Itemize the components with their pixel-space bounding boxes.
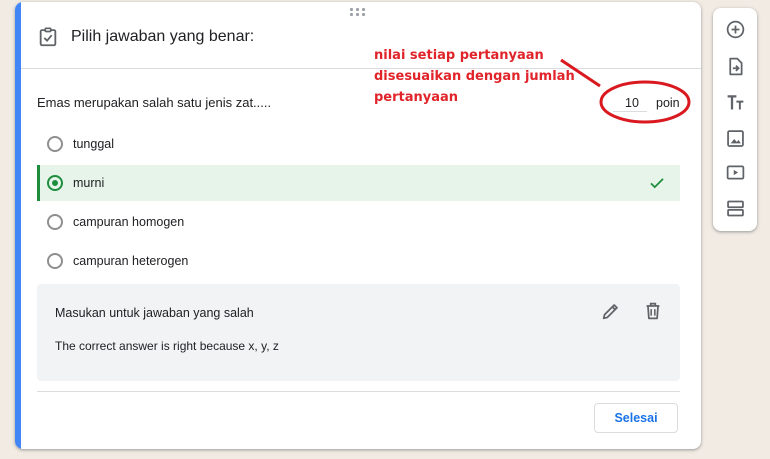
points-input[interactable]: 10	[613, 96, 647, 112]
add-question-icon[interactable]	[723, 17, 747, 41]
add-video-icon[interactable]	[723, 160, 747, 184]
option-label: campuran homogen	[73, 215, 185, 229]
assignment-check-icon	[37, 26, 59, 48]
import-questions-icon[interactable]	[723, 54, 747, 78]
radio-button[interactable]	[47, 253, 63, 269]
edit-pencil-icon[interactable]	[600, 300, 622, 322]
correct-check-icon	[648, 174, 666, 197]
add-title-icon[interactable]	[723, 90, 747, 114]
footer-divider	[37, 391, 680, 392]
radio-button[interactable]	[47, 214, 63, 230]
delete-trash-icon[interactable]	[642, 300, 664, 322]
option-tunggal[interactable]: tunggal	[37, 126, 680, 162]
annotation-line: disesuaikan dengan jumlah	[374, 69, 575, 84]
active-accent-bar	[15, 2, 21, 449]
option-label: murni	[73, 176, 105, 190]
feedback-text: The correct answer is right because x, y…	[55, 339, 279, 353]
answer-feedback-box: Masukan untuk jawaban yang salah The cor…	[37, 284, 680, 381]
drag-handle[interactable]	[350, 8, 366, 18]
option-campuran-homogen[interactable]: campuran homogen	[37, 204, 680, 240]
option-murni[interactable]: murni	[37, 165, 680, 201]
answer-key-title: Pilih jawaban yang benar:	[71, 28, 255, 45]
option-label: campuran heterogen	[73, 254, 189, 268]
radio-button[interactable]	[47, 136, 63, 152]
add-section-icon[interactable]	[723, 196, 747, 220]
add-image-icon[interactable]	[723, 126, 747, 150]
radio-button-selected[interactable]	[47, 175, 63, 191]
annotation-line: pertanyaan	[374, 90, 459, 105]
question-text: Emas merupakan salah satu jenis zat.....	[37, 95, 272, 110]
points-field: 10 poin	[613, 96, 693, 113]
points-unit-label: poin	[656, 96, 680, 110]
side-toolbar	[713, 8, 757, 231]
option-campuran-heterogen[interactable]: campuran heterogen	[37, 243, 680, 279]
annotation-note: nilai setiap pertanyaan disesuaikan deng…	[374, 45, 604, 108]
card-header: Pilih jawaban yang benar:	[37, 24, 254, 50]
feedback-title: Masukan untuk jawaban yang salah	[55, 306, 254, 320]
option-label: tunggal	[73, 137, 115, 151]
done-button[interactable]: Selesai	[594, 403, 678, 433]
annotation-line: nilai setiap pertanyaan	[374, 48, 544, 63]
